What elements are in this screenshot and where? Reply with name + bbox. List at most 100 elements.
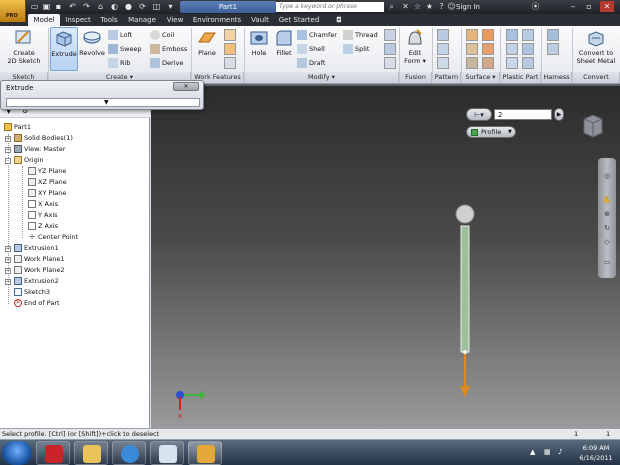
- snap-fit-icon[interactable]: [522, 43, 534, 55]
- help-dropdown-icon[interactable]: ⦿: [530, 1, 541, 12]
- home-icon[interactable]: ⌂: [96, 2, 105, 11]
- save-icon[interactable]: ▪: [54, 2, 63, 11]
- sign-in-link[interactable]: Sign In: [456, 1, 480, 13]
- profile-selector[interactable]: Profile ▼: [466, 126, 516, 138]
- tab-view[interactable]: View: [162, 14, 188, 26]
- qat-more-icon[interactable]: ▾: [166, 2, 175, 11]
- steering-wheel-icon[interactable]: ◎: [602, 172, 612, 180]
- extend-icon[interactable]: [482, 57, 494, 69]
- expand-icon[interactable]: +: [5, 257, 11, 263]
- emboss-button[interactable]: Emboss: [150, 43, 187, 56]
- new-icon[interactable]: ▭: [30, 2, 39, 11]
- tree-item-x-axis[interactable]: X Axis: [28, 199, 58, 209]
- tree-item-view-master[interactable]: View: Master: [14, 144, 66, 154]
- mirror-icon[interactable]: [437, 57, 449, 69]
- volume-icon[interactable]: ♪: [558, 448, 562, 456]
- taskbar-app-paint[interactable]: [150, 441, 184, 465]
- shell-button[interactable]: Shell: [297, 43, 325, 56]
- tab-manage[interactable]: Manage: [124, 14, 160, 26]
- tree-item-z-axis[interactable]: Z Axis: [28, 221, 58, 231]
- tree-item-part1[interactable]: Part1: [4, 122, 31, 132]
- thread-button[interactable]: Thread: [343, 29, 378, 42]
- rib-button[interactable]: Rib: [108, 57, 130, 70]
- graphics-viewport[interactable]: [151, 84, 620, 428]
- pan-icon[interactable]: ✋: [602, 196, 612, 204]
- fillet-button[interactable]: Fillet: [272, 27, 296, 71]
- orbit-icon[interactable]: ↻: [602, 224, 612, 232]
- revolve-button[interactable]: Revolve: [78, 27, 106, 71]
- tools-icon[interactable]: ✕: [400, 1, 411, 12]
- tree-item-xy-plane[interactable]: XY Plane: [28, 188, 66, 198]
- nav-options-icon[interactable]: ▭: [602, 258, 612, 266]
- distance-input[interactable]: 2: [494, 109, 552, 120]
- tab-inspect[interactable]: Inspect: [62, 14, 94, 26]
- extrude-close-button[interactable]: ✕: [173, 82, 199, 91]
- expand-icon[interactable]: +: [5, 136, 11, 142]
- look-at-icon[interactable]: ◇: [602, 238, 612, 246]
- tree-item-center-point[interactable]: ✛ Center Point: [28, 232, 78, 242]
- taskbar-app-ie[interactable]: [112, 441, 146, 465]
- expand-icon[interactable]: +: [5, 268, 11, 274]
- binoculars-icon[interactable]: ⌕: [386, 1, 397, 12]
- rule-fillet-icon[interactable]: [506, 57, 518, 69]
- tree-item-work-plane1[interactable]: Work Plane1: [14, 254, 65, 264]
- rectangular-pattern-icon[interactable]: [437, 29, 449, 41]
- clock-date[interactable]: 6/16/2011: [576, 454, 616, 462]
- collapse-icon[interactable]: –: [5, 158, 11, 164]
- loft-button[interactable]: Loft: [108, 29, 132, 42]
- tree-item-sketch3[interactable]: Sketch3: [14, 287, 50, 297]
- derive-button[interactable]: Derive: [150, 57, 183, 70]
- harness-icon[interactable]: [547, 29, 559, 41]
- material-icon[interactable]: ◐: [110, 2, 119, 11]
- convert-to-sheet-metal-button[interactable]: Convert to Sheet Metal: [574, 27, 618, 71]
- tab-tools[interactable]: Tools: [96, 14, 122, 26]
- taskbar-app-flash[interactable]: [36, 441, 70, 465]
- tab-vault[interactable]: Vault: [246, 14, 274, 26]
- distance-dropdown[interactable]: ⊢▾: [466, 108, 492, 121]
- expand-icon[interactable]: +: [5, 147, 11, 153]
- lip-icon[interactable]: [522, 57, 534, 69]
- tree-item-work-plane2[interactable]: Work Plane2: [14, 265, 65, 275]
- tree-item-origin[interactable]: Origin: [14, 155, 44, 165]
- sweep-button[interactable]: Sweep: [108, 43, 142, 56]
- plane-button[interactable]: Plane: [194, 27, 220, 71]
- tree-item-extrusion1[interactable]: Extrusion1: [14, 243, 59, 253]
- tab-environments[interactable]: Environments: [190, 14, 244, 26]
- star-icon[interactable]: ☆: [412, 1, 423, 12]
- search-input[interactable]: Type a keyword or phrase: [276, 2, 384, 12]
- appearance-icon[interactable]: ●: [124, 2, 133, 11]
- sculpt-icon[interactable]: [466, 43, 478, 55]
- boss-icon[interactable]: [522, 29, 534, 41]
- close-button[interactable]: ✕: [600, 1, 614, 12]
- copy-object-icon[interactable]: [384, 57, 396, 69]
- viewcube[interactable]: [582, 113, 604, 139]
- maximize-button[interactable]: ▫: [582, 1, 596, 12]
- tab-model[interactable]: Model: [28, 14, 60, 26]
- apply-arrow-icon[interactable]: ▶: [554, 108, 564, 121]
- ribbon-options-icon[interactable]: ◘: [330, 14, 348, 26]
- move-face-icon[interactable]: [384, 43, 396, 55]
- stitch-icon[interactable]: [482, 29, 494, 41]
- chamfer-button[interactable]: Chamfer: [297, 29, 337, 42]
- axis-icon[interactable]: [224, 29, 236, 41]
- rest-icon[interactable]: [506, 43, 518, 55]
- extrude-options-dropdown[interactable]: ▼: [6, 98, 200, 107]
- point-icon[interactable]: [224, 43, 236, 55]
- hole-button[interactable]: Hole: [247, 27, 271, 71]
- expand-icon[interactable]: +: [5, 246, 11, 252]
- star-filled-icon[interactable]: ★: [424, 1, 435, 12]
- circular-pattern-icon[interactable]: [437, 43, 449, 55]
- zoom-icon[interactable]: ⊕: [602, 210, 612, 218]
- connector-icon[interactable]: [547, 43, 559, 55]
- extrude-rod[interactable]: [460, 225, 470, 353]
- coil-button[interactable]: Coil: [150, 29, 174, 42]
- network-icon[interactable]: ▦: [544, 448, 551, 456]
- application-menu-button[interactable]: PRO: [0, 0, 26, 22]
- measure-icon[interactable]: ◫: [152, 2, 161, 11]
- update-icon[interactable]: ⟳: [138, 2, 147, 11]
- open-icon[interactable]: ▣: [42, 2, 51, 11]
- combine-icon[interactable]: [384, 29, 396, 41]
- tree-item-y-axis[interactable]: Y Axis: [28, 210, 58, 220]
- trim-icon[interactable]: [466, 57, 478, 69]
- minimize-button[interactable]: –: [566, 1, 580, 12]
